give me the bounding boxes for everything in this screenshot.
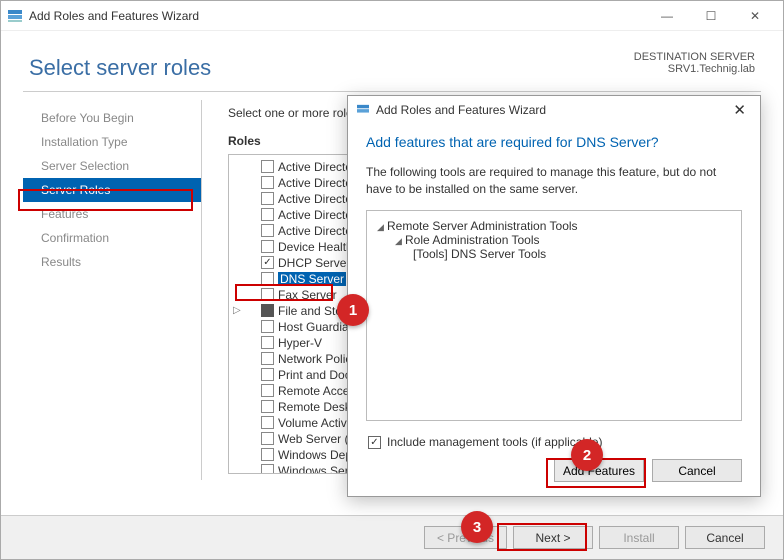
sidebar-item-results[interactable]: Results [23, 250, 201, 274]
checkbox-icon[interactable] [261, 192, 274, 205]
window-controls: — ☐ ✕ [645, 2, 777, 30]
dialog-body: Add features that are required for DNS S… [348, 124, 760, 459]
sidebar-item-confirmation[interactable]: Confirmation [23, 226, 201, 250]
vertical-divider [201, 100, 202, 480]
dialog-buttons: Add Features Cancel [348, 459, 760, 496]
role-label: Hyper-V [278, 336, 322, 350]
minimize-button[interactable]: — [645, 2, 689, 30]
role-label: Fax Server [278, 288, 337, 302]
checkbox-icon[interactable] [261, 224, 274, 237]
checkbox-icon[interactable] [261, 176, 274, 189]
wizard-window: Add Roles and Features Wizard — ☐ ✕ Sele… [0, 0, 784, 560]
titlebar: Add Roles and Features Wizard — ☐ ✕ [1, 1, 783, 31]
features-tree: ◢Remote Server Administration Tools ◢Rol… [366, 210, 742, 421]
checkbox-icon[interactable] [261, 320, 274, 333]
cancel-button[interactable]: Cancel [685, 526, 765, 549]
install-button[interactable]: Install [599, 526, 679, 549]
annotation-marker-3: 3 [461, 511, 493, 543]
window-title: Add Roles and Features Wizard [29, 9, 199, 23]
checkbox-icon[interactable] [261, 256, 274, 269]
sidebar-item-server-selection[interactable]: Server Selection [23, 154, 201, 178]
close-button[interactable]: ✕ [733, 2, 777, 30]
add-features-dialog: Add Roles and Features Wizard ✕ Add feat… [347, 95, 761, 497]
checkbox-icon[interactable] [261, 304, 274, 317]
include-tools-checkbox[interactable]: Include management tools (if applicable) [368, 435, 742, 449]
dialog-heading: Add features that are required for DNS S… [366, 134, 742, 150]
annotation-marker-1: 1 [337, 294, 369, 326]
footer: < Previous Next > Install Cancel [1, 515, 783, 559]
sidebar-item-server-roles[interactable]: Server Roles [23, 178, 201, 202]
dialog-close-icon[interactable]: ✕ [727, 101, 752, 119]
server-icon [7, 9, 23, 23]
checkbox-icon[interactable] [261, 432, 274, 445]
dialog-cancel-button[interactable]: Cancel [652, 459, 742, 482]
checkbox-icon[interactable] [261, 336, 274, 349]
sidebar: Before You Begin Installation Type Serve… [23, 100, 201, 480]
server-icon [356, 104, 370, 116]
destination-server: DESTINATION SERVER SRV1.Technig.lab [634, 51, 755, 75]
divider [23, 91, 761, 92]
role-label: DNS Server [278, 272, 346, 286]
tree-item[interactable]: [Tools] DNS Server Tools [413, 247, 731, 261]
checkbox-icon[interactable] [261, 464, 274, 474]
checkbox-icon[interactable] [261, 448, 274, 461]
sidebar-item-features[interactable]: Features [23, 202, 201, 226]
dest-server-name: SRV1.Technig.lab [634, 63, 755, 75]
dialog-text: The following tools are required to mana… [366, 164, 742, 198]
checkbox-icon[interactable] [261, 400, 274, 413]
dest-label: DESTINATION SERVER [634, 51, 755, 63]
annotation-marker-2: 2 [571, 439, 603, 471]
checkbox-icon[interactable] [261, 240, 274, 253]
checkbox-icon[interactable] [261, 272, 274, 285]
tree-item[interactable]: ◢Role Administration Tools [395, 233, 731, 247]
checkbox-icon[interactable] [261, 208, 274, 221]
checkbox-icon[interactable] [261, 384, 274, 397]
checkbox-icon[interactable] [261, 416, 274, 429]
maximize-button[interactable]: ☐ [689, 2, 733, 30]
checkbox-icon[interactable] [261, 368, 274, 381]
checkbox-icon[interactable] [261, 288, 274, 301]
checkbox-icon[interactable] [261, 160, 274, 173]
dialog-titlebar: Add Roles and Features Wizard ✕ [348, 96, 760, 124]
dialog-title: Add Roles and Features Wizard [376, 103, 546, 117]
include-tools-label: Include management tools (if applicable) [387, 435, 602, 449]
tree-item[interactable]: ◢Remote Server Administration Tools [377, 219, 731, 233]
checkbox-icon [368, 436, 381, 449]
sidebar-item-installation-type[interactable]: Installation Type [23, 130, 201, 154]
sidebar-item-before-you-begin[interactable]: Before You Begin [23, 106, 201, 130]
checkbox-icon[interactable] [261, 352, 274, 365]
next-button[interactable]: Next > [513, 526, 593, 549]
chevron-right-icon[interactable]: ▷ [233, 305, 243, 316]
